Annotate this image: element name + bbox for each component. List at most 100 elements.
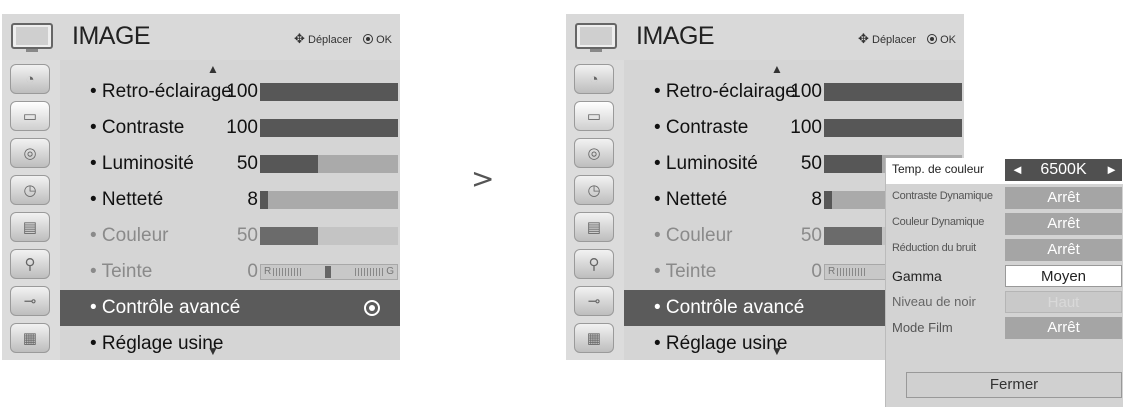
popup-row-color-temperature[interactable]: Temp. de couleur ◄ 6500K ► <box>886 158 1123 184</box>
scroll-down-icon[interactable]: ▼ <box>771 344 783 358</box>
ok-dot-icon <box>364 300 380 316</box>
item-value: 100 <box>226 81 258 102</box>
row-label: Niveau de noir <box>892 294 976 309</box>
tint-marker <box>325 266 331 278</box>
tint-ticks <box>273 268 303 276</box>
level-bar[interactable] <box>260 83 398 101</box>
level-bar[interactable] <box>260 191 398 209</box>
usb-icon[interactable]: ⊸ <box>574 286 614 316</box>
tint-red-label: R <box>264 266 272 277</box>
close-button[interactable]: Fermer <box>906 372 1122 398</box>
input-icon[interactable]: ⚲ <box>574 249 614 279</box>
row-label: Contraste Dynamique <box>892 190 993 202</box>
item-label: • Couleur <box>90 225 169 246</box>
audio-icon[interactable]: ◎ <box>574 138 614 168</box>
usb-icon[interactable]: ⊸ <box>10 286 50 316</box>
item-value: 8 <box>247 189 258 210</box>
item-label: • Contraste <box>654 117 749 138</box>
level-fill <box>260 155 318 173</box>
ok-dot-icon <box>927 34 938 44</box>
level-fill <box>260 119 398 137</box>
menu-item-contraste[interactable]: • Contraste 100 <box>60 110 400 146</box>
item-value: 50 <box>236 225 258 246</box>
popup-row-black-level[interactable]: Niveau de noir Haut <box>886 290 1123 314</box>
row-label: Mode Film <box>892 320 953 335</box>
row-value[interactable]: Arrêt <box>1005 213 1122 235</box>
tv-screen-icon <box>575 23 617 52</box>
scroll-down-icon[interactable]: ▼ <box>207 344 219 358</box>
level-bar[interactable] <box>824 119 962 137</box>
tint-bar[interactable]: R G <box>260 264 398 280</box>
clock-icon[interactable]: ◷ <box>574 175 614 205</box>
level-fill <box>260 227 318 245</box>
photo-icon[interactable]: ▦ <box>574 323 614 353</box>
item-value: 50 <box>800 153 822 174</box>
level-bar[interactable] <box>824 83 962 101</box>
ok-label: OK <box>940 34 956 46</box>
row-value: 6500K <box>1040 161 1087 178</box>
row-value[interactable]: Moyen <box>1005 265 1122 287</box>
popup-row-dynamic-color[interactable]: Couleur Dynamique Arrêt <box>886 212 1123 236</box>
menu-item-couleur[interactable]: • Couleur 50 <box>60 218 400 254</box>
lock-option-icon[interactable]: ▤ <box>574 212 614 242</box>
item-label: • Contrôle avancé <box>654 297 805 318</box>
right-arrow-icon[interactable]: ► <box>1105 159 1118 181</box>
menu-content: ▲ • Retro-éclairage 100 • Contraste 100 … <box>60 60 400 360</box>
item-label: • Réglage usine <box>654 333 788 354</box>
item-label: • Teinte <box>654 261 717 282</box>
navigation-help: ✥ Déplacer OK <box>858 31 956 47</box>
menu-header: IMAGE ✥ Déplacer OK <box>2 14 400 60</box>
menu-item-retro-eclairage[interactable]: • Retro-éclairage 100 <box>624 74 964 110</box>
image-icon[interactable]: ◔ <box>10 64 50 94</box>
picture-icon[interactable]: ▭ <box>10 101 50 131</box>
picture-icon[interactable]: ▭ <box>574 101 614 131</box>
popup-row-noise-reduction[interactable]: Réduction du bruit Arrêt <box>886 238 1123 262</box>
navigation-help: ✥ Déplacer OK <box>294 31 392 47</box>
item-label: • Netteté <box>654 189 728 210</box>
menu-header: IMAGE ✥ Déplacer OK <box>566 14 964 60</box>
menu-item-controle-avance[interactable]: • Contrôle avancé <box>60 290 400 326</box>
row-value[interactable]: Haut <box>1005 291 1122 313</box>
menu-item-teinte[interactable]: • Teinte 0 R G <box>60 254 400 290</box>
menu-item-contraste[interactable]: • Contraste 100 <box>624 110 964 146</box>
lock-option-icon[interactable]: ▤ <box>10 212 50 242</box>
item-label: • Luminosité <box>654 153 758 174</box>
menu-item-nettete[interactable]: • Netteté 8 <box>60 182 400 218</box>
item-label: • Réglage usine <box>90 333 224 354</box>
menu-item-luminosite[interactable]: • Luminosité 50 <box>60 146 400 182</box>
row-label: Réduction du bruit <box>892 242 976 254</box>
row-value[interactable]: Arrêt <box>1005 317 1122 339</box>
popup-row-film-mode[interactable]: Mode Film Arrêt <box>886 316 1123 340</box>
row-value[interactable]: Arrêt <box>1005 239 1122 261</box>
left-image-menu: IMAGE ✥ Déplacer OK ◔ ▭ ◎ ◷ ▤ ⚲ ⊸ ▦ ▲ • … <box>2 14 400 360</box>
tv-screen-icon <box>11 23 53 52</box>
color-temp-selector[interactable]: ◄ 6500K ► <box>1005 159 1122 181</box>
menu-item-reglage-usine[interactable]: • Réglage usine <box>60 326 400 362</box>
item-label: • Luminosité <box>90 153 194 174</box>
row-label: Temp. de couleur <box>892 162 985 176</box>
row-label: Couleur Dynamique <box>892 216 985 228</box>
item-value: 0 <box>247 261 258 282</box>
photo-icon[interactable]: ▦ <box>10 323 50 353</box>
menu-item-retro-eclairage[interactable]: • Retro-éclairage 100 <box>60 74 400 110</box>
tint-red-label: R <box>828 266 836 277</box>
ok-label: OK <box>376 34 392 46</box>
item-label: • Netteté <box>90 189 164 210</box>
popup-row-dynamic-contrast[interactable]: Contraste Dynamique Arrêt <box>886 186 1123 210</box>
popup-row-gamma[interactable]: Gamma Moyen <box>886 264 1123 288</box>
level-bar[interactable] <box>260 155 398 173</box>
image-icon[interactable]: ◔ <box>574 64 614 94</box>
level-bar[interactable] <box>260 119 398 137</box>
audio-icon[interactable]: ◎ <box>10 138 50 168</box>
clock-icon[interactable]: ◷ <box>10 175 50 205</box>
level-fill <box>824 191 833 209</box>
left-arrow-icon[interactable]: ◄ <box>1011 159 1024 181</box>
item-label: • Contrôle avancé <box>90 297 241 318</box>
step-arrow-icon: > <box>471 162 495 195</box>
input-icon[interactable]: ⚲ <box>10 249 50 279</box>
menu-title: IMAGE <box>636 22 715 50</box>
row-value[interactable]: Arrêt <box>1005 187 1122 209</box>
item-label: • Teinte <box>90 261 153 282</box>
item-value: 100 <box>790 81 822 102</box>
level-bar[interactable] <box>260 227 398 245</box>
